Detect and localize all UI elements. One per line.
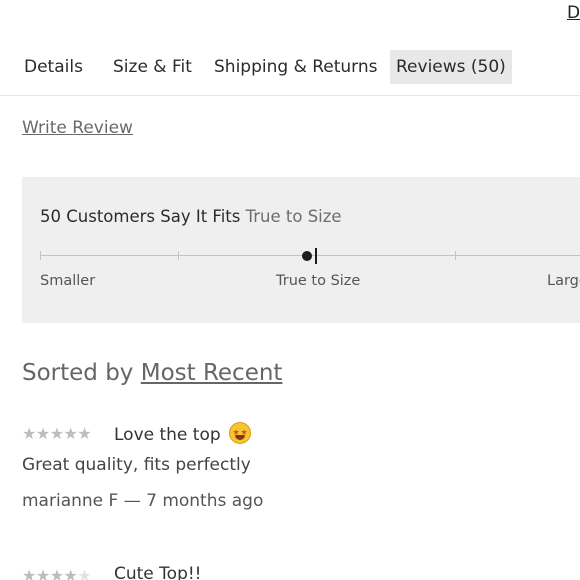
star-filled-icon: ★ — [49, 424, 64, 443]
top-right-link[interactable]: D — [567, 3, 580, 23]
product-reviews-page: D Details Size & Fit Shipping & Returns … — [0, 0, 580, 580]
star-empty-icon: ★ — [77, 566, 92, 580]
fit-scale-tick — [178, 251, 179, 260]
tabs-divider — [0, 95, 580, 96]
star-filled-icon: ★ — [63, 566, 78, 580]
fit-scale-tick — [40, 251, 41, 260]
fit-heading: 50 Customers Say It Fits True to Size — [40, 207, 342, 226]
fit-heading-text: 50 Customers Say It Fits — [40, 207, 241, 226]
fit-marker-dot — [302, 251, 312, 261]
sort-prefix: Sorted by — [22, 360, 134, 386]
fit-summary-panel: 50 Customers Say It Fits True to Size Sm… — [22, 177, 580, 323]
review-title-text: Love the top — [114, 425, 221, 445]
fit-heading-value: True to Size — [245, 207, 342, 226]
star-filled-icon: ★ — [22, 424, 36, 443]
star-filled-icon: ★ — [63, 424, 78, 443]
review-title: Cute Top!! — [114, 564, 202, 580]
star-filled-icon: ★ — [35, 424, 50, 443]
fit-scale-label-larger: Large — [547, 273, 580, 289]
star-filled-icon: ★ — [22, 566, 36, 580]
product-tabs: Details Size & Fit Shipping & Returns Re… — [0, 50, 580, 86]
fit-scale-label-true-to-size: True to Size — [276, 273, 361, 289]
sort-dropdown[interactable]: Most Recent — [141, 360, 283, 386]
write-review-link[interactable]: Write Review — [22, 118, 133, 138]
fit-scale-tick — [455, 251, 456, 260]
fit-scale-label-smaller: Smaller — [40, 273, 96, 289]
review-meta: marianne F — 7 months ago — [22, 491, 264, 511]
star-filled-icon: ★ — [77, 424, 92, 443]
tab-reviews[interactable]: Reviews (50) — [390, 50, 512, 84]
sort-control: Sorted by Most Recent — [22, 360, 282, 386]
review-body: Great quality, fits perfectly — [22, 455, 251, 475]
star-rating: ★★★★★ — [22, 566, 92, 580]
tab-shipping-returns[interactable]: Shipping & Returns — [214, 50, 378, 84]
fit-marker-bar — [315, 248, 317, 264]
star-rating: ★★★★★ — [22, 424, 92, 443]
star-filled-icon: ★ — [35, 566, 50, 580]
star-struck-emoji-icon — [229, 422, 252, 444]
tab-size-fit[interactable]: Size & Fit — [113, 50, 192, 84]
star-filled-icon: ★ — [49, 566, 64, 580]
review-title: Love the top — [114, 422, 252, 445]
tab-details[interactable]: Details — [24, 50, 83, 84]
